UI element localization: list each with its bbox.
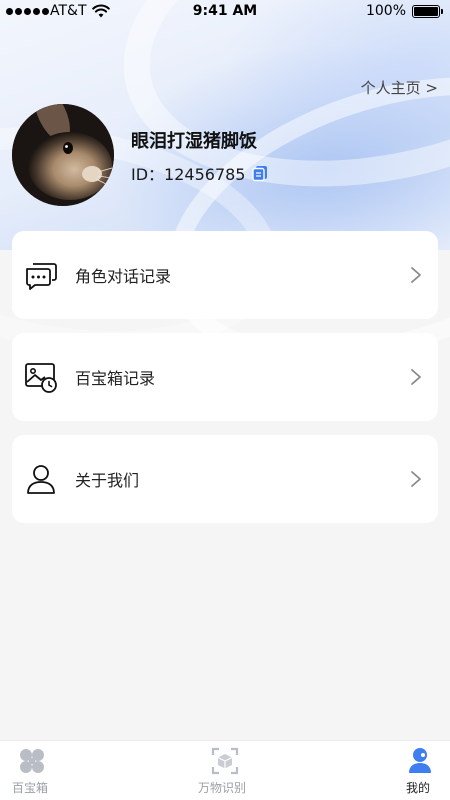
menu-item-role-chat-history[interactable]: 角色对话记录	[12, 231, 438, 319]
tab-mine[interactable]: 我的	[390, 741, 450, 800]
menu-item-label: 百宝箱记录	[75, 369, 156, 388]
tab-label: 我的	[406, 781, 431, 795]
avatar[interactable]	[12, 104, 114, 206]
person-icon	[409, 748, 431, 773]
scan-box-icon	[211, 747, 239, 775]
chat-bubbles-icon	[26, 263, 57, 290]
bottom-tab-bar: 百宝箱 万物识别 我的	[0, 740, 450, 800]
menu-item-about-us[interactable]: 关于我们	[12, 435, 438, 523]
copy-icon[interactable]	[251, 164, 269, 182]
chevron-right-icon	[411, 369, 421, 385]
tab-label: 万物识别	[198, 781, 247, 795]
menu-item-label: 关于我们	[75, 471, 140, 490]
chevron-right-icon	[411, 471, 421, 487]
tab-object-recognition[interactable]: 万物识别	[190, 741, 260, 800]
clover-icon	[20, 749, 44, 773]
battery-percent: 100%	[365, 3, 406, 19]
user-id-row: ID：12456785	[131, 161, 269, 185]
status-bar: AT&T 9:41 AM 100%	[0, 0, 450, 24]
tab-treasure-box[interactable]: 百宝箱	[0, 741, 70, 800]
user-id: ID：12456785	[131, 165, 246, 184]
menu-item-treasure-box-history[interactable]: 百宝箱记录	[12, 333, 438, 421]
battery-icon	[412, 5, 443, 18]
chevron-right-icon	[411, 267, 421, 283]
username: 眼泪打湿猪脚饭	[131, 131, 257, 152]
profile-homepage-label: 个人主页 >	[360, 79, 438, 97]
rabbit-photo	[12, 104, 114, 206]
image-clock-icon	[25, 363, 57, 393]
profile-homepage-link[interactable]: 个人主页 >	[361, 77, 438, 98]
menu-item-label: 角色对话记录	[75, 267, 172, 286]
tab-label: 百宝箱	[12, 781, 49, 795]
user-icon	[27, 465, 55, 494]
